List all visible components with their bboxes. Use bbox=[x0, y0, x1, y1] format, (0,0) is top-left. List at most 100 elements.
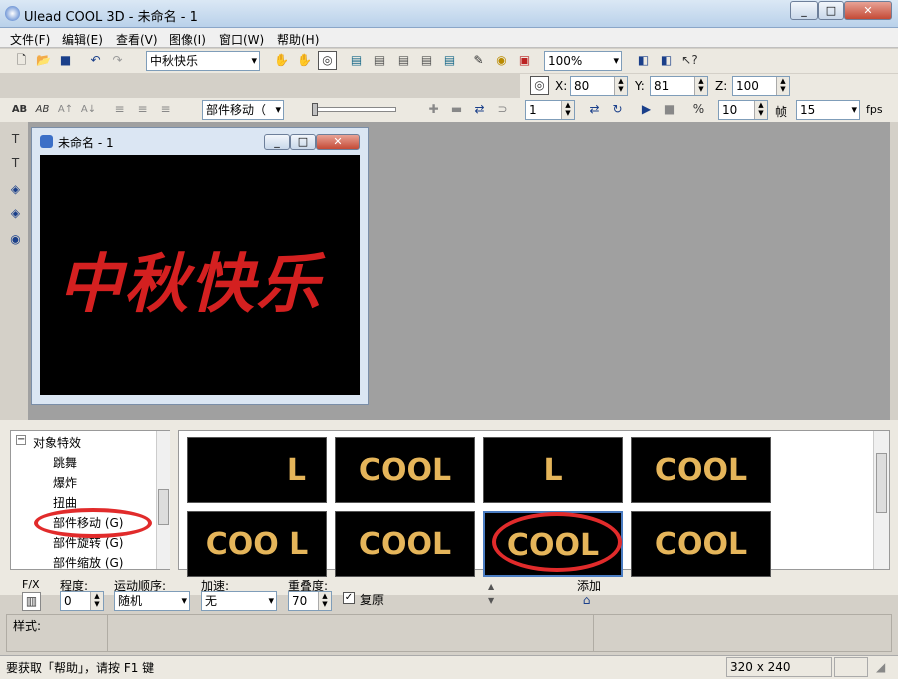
view-front-icon[interactable]: ▤ bbox=[347, 51, 366, 70]
smooth-icon[interactable]: ⊃ bbox=[493, 100, 512, 119]
menu-file[interactable]: 文件(F) bbox=[10, 31, 50, 48]
tree-item-part-scale[interactable]: 部件缩放 (G) bbox=[53, 554, 123, 571]
order-select[interactable]: 随机 bbox=[114, 591, 190, 611]
thumbnail[interactable]: L bbox=[483, 437, 623, 503]
fx-icon[interactable]: ▥ bbox=[22, 592, 41, 611]
export-icon[interactable]: ◧ bbox=[657, 51, 676, 70]
x-input[interactable]: 80 ▲ ▼ bbox=[570, 76, 628, 96]
slider-thumb[interactable] bbox=[312, 103, 318, 116]
thumbs-scrollbar[interactable] bbox=[873, 431, 889, 569]
status-bar: 要获取「帮助」，请按 F1 键 320 x 240 ◢ bbox=[0, 655, 898, 679]
doc-maximize-button[interactable]: □ bbox=[290, 134, 316, 150]
undo-icon[interactable]: ↶ bbox=[86, 51, 105, 70]
remove-keyframe-icon[interactable]: ▬ bbox=[447, 100, 466, 119]
text-size-up-icon[interactable]: A↑ bbox=[56, 100, 75, 119]
hand-icon[interactable]: ✋ bbox=[272, 51, 291, 70]
tree-scroll-thumb[interactable] bbox=[158, 489, 169, 525]
minimize-button[interactable]: _ bbox=[790, 1, 818, 20]
tree-item-explode[interactable]: 爆炸 bbox=[53, 474, 77, 491]
loop-icon[interactable]: ⇄ bbox=[585, 100, 604, 119]
context-help-icon[interactable]: ↖? bbox=[680, 51, 699, 70]
doc-close-button[interactable]: ✕ bbox=[316, 134, 360, 150]
view-back-icon[interactable]: ▤ bbox=[370, 51, 389, 70]
play-icon[interactable]: ▶ bbox=[637, 100, 656, 119]
tree-root[interactable]: 对象特效 bbox=[33, 434, 81, 451]
restore-checkbox[interactable]: ✓ bbox=[343, 592, 355, 604]
overlap-spinner[interactable]: ▲ ▼ bbox=[318, 592, 331, 610]
edit-graphic-icon[interactable]: ◈ bbox=[6, 204, 25, 223]
move-icon[interactable]: ◎ bbox=[318, 51, 337, 70]
view-top-icon[interactable]: ▤ bbox=[440, 51, 459, 70]
thumbnail[interactable]: COO L bbox=[187, 511, 327, 577]
degree-spinner[interactable]: ▲ ▼ bbox=[90, 592, 103, 610]
overlap-input[interactable]: 70 ▲ ▼ bbox=[288, 591, 332, 611]
y-input[interactable]: 81 ▲ ▼ bbox=[650, 76, 708, 96]
text-italic-icon[interactable]: AB bbox=[33, 100, 52, 119]
style-label: 样式: bbox=[13, 619, 42, 633]
resize-grip-icon[interactable]: ◢ bbox=[876, 660, 885, 674]
close-button[interactable]: ✕ bbox=[844, 1, 892, 20]
refresh-icon[interactable]: ↻ bbox=[608, 100, 627, 119]
insert-text-icon[interactable]: T bbox=[6, 130, 25, 149]
thumbnail[interactable]: COOL bbox=[631, 511, 771, 577]
z-input[interactable]: 100 ▲ ▼ bbox=[732, 76, 790, 96]
align-right-icon[interactable]: ≡ bbox=[156, 100, 175, 119]
thumbnail[interactable]: COOL bbox=[631, 437, 771, 503]
text-size-down-icon[interactable]: A↓ bbox=[79, 100, 98, 119]
align-center-icon[interactable]: ≡ bbox=[133, 100, 152, 119]
z-spinner[interactable]: ▲ ▼ bbox=[776, 77, 789, 95]
rotate-hand-icon[interactable]: ✋ bbox=[295, 51, 314, 70]
new-icon[interactable]: 🗋 bbox=[12, 51, 31, 70]
fps-label: fps bbox=[866, 103, 883, 116]
add-icon[interactable]: ⌂ bbox=[577, 591, 596, 610]
percent-icon[interactable]: % bbox=[689, 100, 708, 119]
render-icon[interactable]: ◧ bbox=[634, 51, 653, 70]
text-select[interactable]: 中秋快乐 bbox=[146, 51, 260, 71]
frame-input[interactable]: 1 ▲ ▼ bbox=[525, 100, 575, 120]
stop-icon[interactable]: ■ bbox=[660, 100, 679, 119]
tree-collapse-icon[interactable]: − bbox=[16, 435, 26, 445]
position-icon[interactable]: ◎ bbox=[530, 76, 549, 95]
geometry-icon[interactable]: ◉ bbox=[6, 230, 25, 249]
view-left-icon[interactable]: ▤ bbox=[394, 51, 413, 70]
frame-spinner[interactable]: ▲ ▼ bbox=[561, 101, 574, 119]
thumbs-scroll-thumb[interactable] bbox=[876, 453, 887, 513]
degree-input[interactable]: 0 ▲ ▼ bbox=[60, 591, 104, 611]
text-bold-icon[interactable]: AB bbox=[10, 100, 29, 119]
menu-help[interactable]: 帮助(H) bbox=[277, 31, 319, 48]
timeline-slider[interactable] bbox=[296, 100, 400, 120]
speed-select[interactable]: 无 bbox=[201, 591, 277, 611]
light-icon[interactable]: ✎ bbox=[469, 51, 488, 70]
total-frames-input[interactable]: 10 ▲ ▼ bbox=[718, 100, 768, 120]
globe-icon[interactable]: ◉ bbox=[492, 51, 511, 70]
preview-canvas[interactable]: 中秋快乐 bbox=[40, 155, 360, 395]
edit-text-icon[interactable]: T bbox=[6, 154, 25, 173]
redo-icon[interactable]: ↷ bbox=[108, 51, 127, 70]
save-icon[interactable]: ■ bbox=[56, 51, 75, 70]
thumbnail[interactable]: COOL bbox=[335, 511, 475, 577]
open-icon[interactable]: 📂 bbox=[34, 51, 53, 70]
tree-item-dance[interactable]: 跳舞 bbox=[53, 454, 77, 471]
chart-icon[interactable]: ▣ bbox=[515, 51, 534, 70]
effect-select[interactable]: 部件移动（ bbox=[202, 100, 284, 120]
x-spinner[interactable]: ▲ ▼ bbox=[614, 77, 627, 95]
props-scroll[interactable]: ▲ ▼ bbox=[488, 580, 494, 608]
y-spinner[interactable]: ▲ ▼ bbox=[694, 77, 707, 95]
frames-spinner[interactable]: ▲ ▼ bbox=[754, 101, 767, 119]
thumbnail[interactable]: COOL bbox=[335, 437, 475, 503]
menu-window[interactable]: 窗口(W) bbox=[219, 31, 264, 48]
insert-graphic-icon[interactable]: ◈ bbox=[6, 180, 25, 199]
add-keyframe-icon[interactable]: ✚ bbox=[424, 100, 443, 119]
menu-image[interactable]: 图像(I) bbox=[169, 31, 206, 48]
reverse-icon[interactable]: ⇄ bbox=[470, 100, 489, 119]
zoom-select[interactable]: 100% bbox=[544, 51, 622, 71]
maximize-button[interactable]: □ bbox=[818, 1, 844, 20]
align-left-icon[interactable]: ≡ bbox=[110, 100, 129, 119]
fps-select[interactable]: 15 bbox=[796, 100, 860, 120]
menu-edit[interactable]: 编辑(E) bbox=[62, 31, 103, 48]
view-right-icon[interactable]: ▤ bbox=[417, 51, 436, 70]
tree-scrollbar[interactable] bbox=[156, 431, 170, 569]
thumbnail[interactable]: L bbox=[187, 437, 327, 503]
menu-view[interactable]: 查看(V) bbox=[116, 31, 158, 48]
doc-minimize-button[interactable]: _ bbox=[264, 134, 290, 150]
